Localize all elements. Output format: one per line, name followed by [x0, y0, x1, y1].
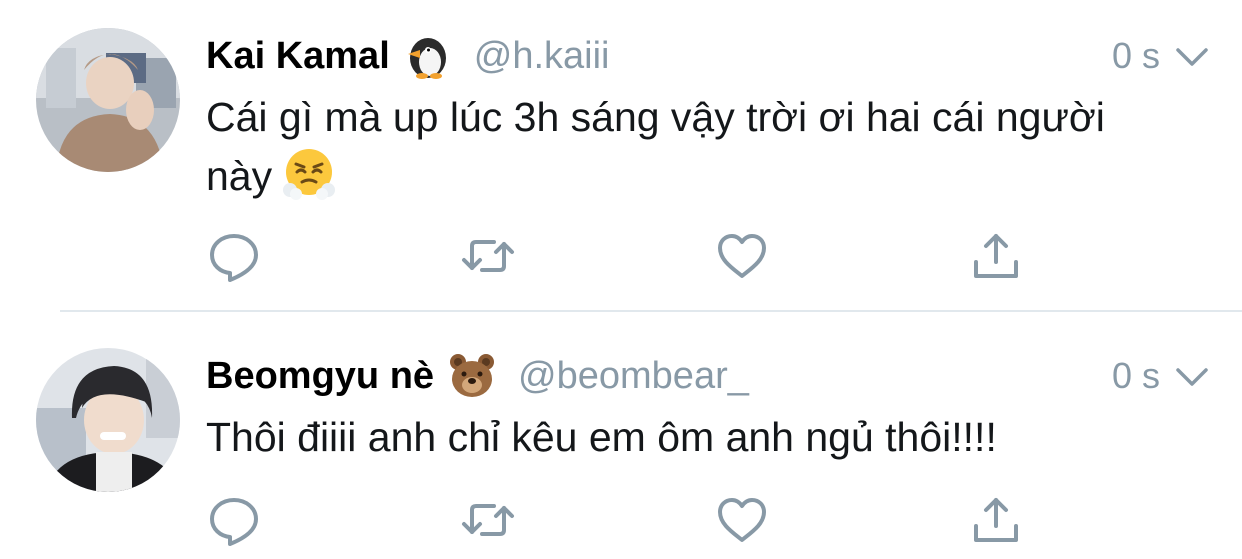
like-icon[interactable]	[714, 492, 770, 548]
chevron-down-icon[interactable]	[1172, 356, 1212, 396]
tweet-text-container: Cái gì mà up lúc 3h sáng vậy trời ơi hai…	[206, 88, 1182, 205]
display-name[interactable]: Beomgyu nè	[206, 355, 434, 398]
display-name[interactable]: Kai Kamal	[206, 35, 390, 78]
tweet-text: Thôi điiii anh chỉ kêu em ôm anh ngủ thô…	[206, 414, 997, 460]
reply-icon[interactable]	[206, 228, 262, 284]
chevron-down-icon[interactable]	[1172, 36, 1212, 76]
share-icon[interactable]	[968, 228, 1024, 284]
timestamp: 0 s	[1111, 355, 1160, 396]
tweet-text-container: Thôi điiii anh chỉ kêu em ôm anh ngủ thô…	[206, 408, 1182, 466]
reply-icon[interactable]	[206, 492, 262, 548]
tweet-item[interactable]: Beomgyu nè @beombear_ 0 s Thôi điiii anh	[0, 312, 1242, 559]
timestamp: 0 s	[1111, 35, 1160, 76]
tweet-actions	[206, 492, 1026, 548]
steam-face-icon	[282, 146, 336, 200]
tweet-text: Cái gì mà up lúc 3h sáng vậy trời ơi hai…	[206, 94, 1105, 199]
penguin-icon	[404, 32, 452, 80]
like-icon[interactable]	[714, 228, 770, 284]
user-handle[interactable]: @beombear_	[518, 355, 749, 398]
bear-face-icon	[448, 352, 496, 400]
retweet-icon[interactable]	[460, 228, 516, 284]
share-icon[interactable]	[968, 492, 1024, 548]
avatar[interactable]	[36, 348, 180, 492]
retweet-icon[interactable]	[460, 492, 516, 548]
avatar[interactable]	[36, 28, 180, 172]
tweet-item[interactable]: Kai Kamal @h.kaiii 0 s Cái gì mà up lúc …	[0, 0, 1242, 310]
tweet-actions	[206, 228, 1026, 284]
user-handle[interactable]: @h.kaiii	[474, 35, 610, 78]
